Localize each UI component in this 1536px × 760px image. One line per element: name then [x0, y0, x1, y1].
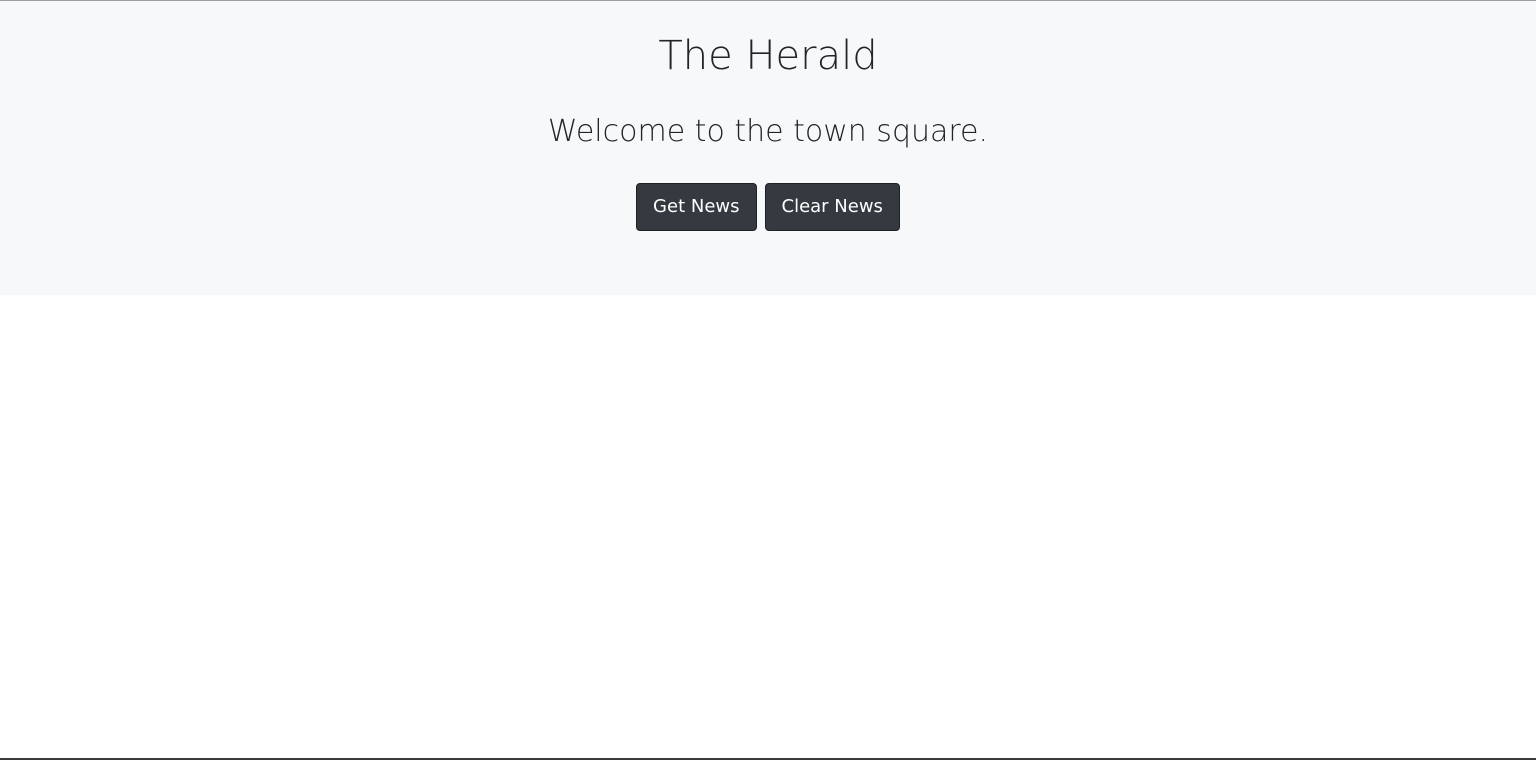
site-title: The Herald: [658, 33, 878, 79]
clear-news-button[interactable]: Clear News: [764, 183, 900, 231]
header-jumbotron: The Herald Welcome to the town square. G…: [0, 1, 1536, 295]
site-tagline: Welcome to the town square.: [547, 114, 989, 149]
get-news-button[interactable]: Get News: [636, 183, 757, 231]
news-button-group: Get News Clear News: [0, 183, 1536, 231]
